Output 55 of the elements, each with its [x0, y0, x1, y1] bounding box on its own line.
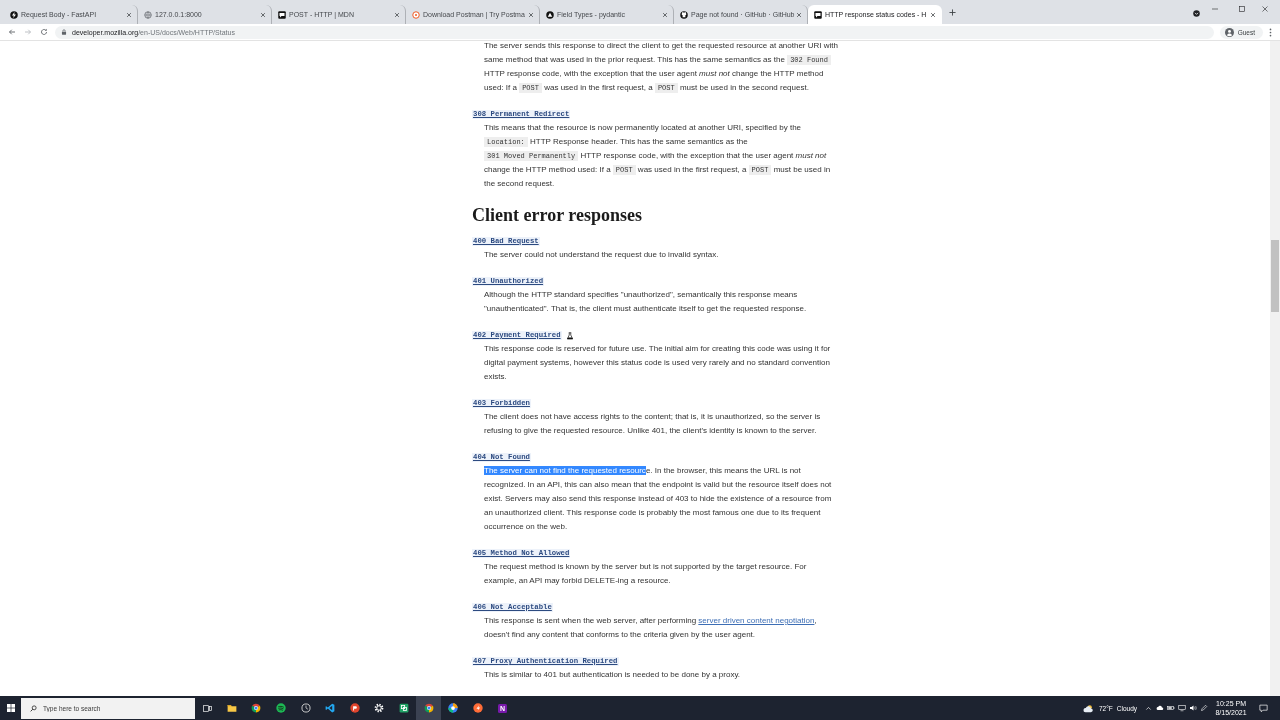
description-text: The client does not have access rights to the content; that is, it is unauthorized, so the server is refusing to give the requested resource. Unlike 401, the client's identity is known to the server.	[484, 411, 822, 437]
back-arrow-icon[interactable]	[8, 28, 16, 36]
cloud-icon	[1082, 703, 1094, 713]
gear-icon	[374, 703, 385, 713]
close-icon[interactable]	[1261, 5, 1269, 13]
speech-bubble-square-icon	[814, 10, 822, 19]
lock-icon	[61, 29, 67, 35]
description-text: The server could not understand the request due to invalid syntax.	[484, 249, 720, 261]
avatar-icon	[1224, 27, 1234, 37]
speech-bubble-square-icon	[278, 10, 286, 19]
ring-logo-icon	[412, 10, 420, 19]
cat-head-circle-icon	[680, 10, 688, 19]
clock-face-icon	[300, 703, 311, 713]
task-view-icon	[202, 703, 212, 713]
scrollbar-thumb[interactable]	[1271, 240, 1279, 312]
close-icon[interactable]	[394, 11, 400, 18]
chevron-logo-icon	[325, 703, 336, 713]
flag-circle-icon	[349, 703, 360, 713]
taskbar-button[interactable]	[416, 696, 441, 720]
close-icon[interactable]	[930, 11, 936, 18]
browser-logo-icon	[251, 703, 262, 713]
description-text: Although the HTTP standard specifies "unauthorized", semantically this response means "unauthenticated". That is, the client must authenticate itself to get the requested response.	[484, 289, 808, 315]
close-icon[interactable]	[796, 11, 802, 18]
globe-icon	[144, 10, 152, 19]
chevron-up-icon[interactable]	[1145, 704, 1152, 712]
search-icon	[30, 704, 37, 712]
battery-icon	[1167, 704, 1175, 712]
description-text: This response code is reserved for future use. The initial aim for creating this code was using it for digital payment systems, however this status code is used very rarely and no standard convention exists.	[484, 343, 832, 383]
bolt-circle-icon	[472, 703, 483, 713]
squares-icon	[399, 703, 410, 713]
description-text: This response is sent when the web server, after performing server driven content negotiation, doesn't find any content that conforms to the criteria given by the user agent.	[484, 615, 818, 641]
color-ring-icon	[448, 703, 459, 713]
maximize-icon[interactable]	[1238, 5, 1246, 13]
start-icon	[6, 704, 15, 712]
description-text: The request method is known by the server but is not supported by the target resource. For example, an API may forbid DELETE-ing a resource.	[484, 561, 808, 587]
chevron-circle-icon[interactable]	[1193, 10, 1200, 17]
cloud-icon	[1156, 704, 1164, 712]
close-icon[interactable]	[260, 11, 266, 18]
description-text: This is similar to 401 but authentication is needed to be done by a proxy.	[484, 669, 741, 681]
browser-logo-icon	[423, 703, 434, 713]
notification-icon[interactable]	[1259, 703, 1268, 713]
section-heading: Client error responses	[472, 204, 643, 226]
monitor-icon	[1178, 704, 1186, 712]
close-icon[interactable]	[662, 11, 668, 18]
triangle-circle-icon	[546, 10, 554, 19]
speaker-icon	[1189, 704, 1197, 712]
menu-icon[interactable]	[1269, 27, 1272, 37]
plus-icon[interactable]	[949, 9, 956, 16]
bolt-circle-icon	[10, 10, 18, 19]
reload-icon[interactable]	[40, 28, 48, 36]
close-icon[interactable]	[126, 11, 132, 18]
pen-icon	[1200, 704, 1208, 712]
folder-icon	[226, 703, 237, 713]
close-icon[interactable]	[528, 11, 534, 18]
stripes-circle-icon	[276, 703, 287, 713]
